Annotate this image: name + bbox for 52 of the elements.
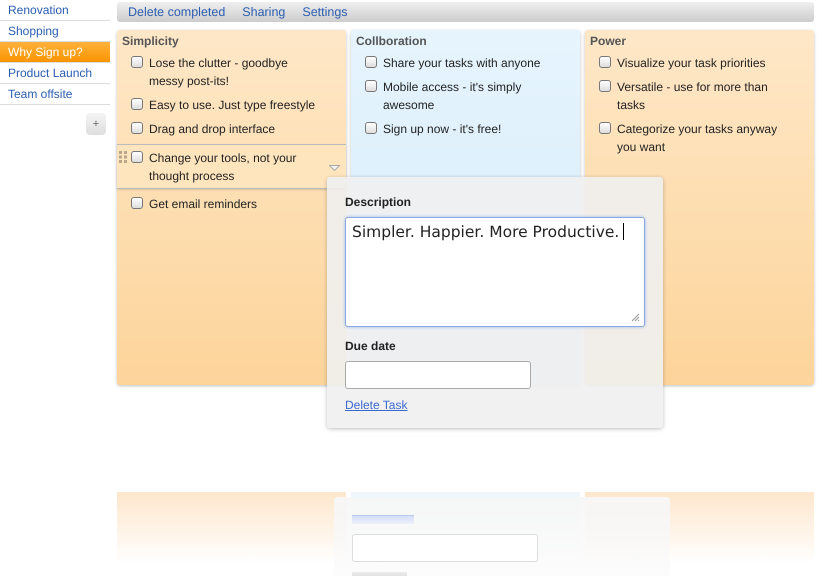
task-row[interactable]: Visualize your task priorities [585,54,814,78]
checkbox[interactable] [365,122,377,134]
task-text: Mobile access - it's simply awesome [383,79,522,114]
checkbox[interactable] [599,122,611,134]
task-row[interactable]: Easy to use. Just type freestyle [117,96,346,120]
task-row[interactable]: Versatile - use for more than tasks [585,78,814,120]
task-text: Lose the clutter - goodbye messy post-its! [149,55,289,90]
task-row[interactable]: Drag and drop interface [117,120,346,144]
checkbox[interactable] [365,80,377,92]
checkbox[interactable] [131,151,143,163]
task-text: Drag and drop interface [149,121,276,138]
drag-handle-icon[interactable] [119,151,127,163]
toolbar-link[interactable]: Delete completed [128,5,226,19]
task-row[interactable]: Change your tools, not your thought process [117,144,346,189]
checkbox[interactable] [131,98,143,110]
task-row[interactable]: Share your tasks with anyone [351,54,580,78]
task-text: Sign up now - it's free! [383,121,502,138]
checkbox[interactable] [131,56,143,68]
list-item[interactable]: Renovation [0,0,110,21]
add-button[interactable]: + [86,113,106,135]
toolbar-link[interactable]: Settings [302,5,348,19]
checkbox[interactable] [599,80,611,92]
task-text: Categorize your tasks anyway you want [617,121,778,156]
list-item[interactable]: Product Launch [0,63,110,84]
task-row[interactable]: Categorize your tasks anyway you want [585,120,814,162]
column-title: Power [589,34,628,50]
task-text: Easy to use. Just type freestyle [149,97,316,114]
description-text: Simpler. Happier. More Productive. [352,223,620,241]
field-label: Due date [345,339,397,353]
checkbox[interactable] [365,56,377,68]
task-row[interactable]: Lose the clutter - goodbye messy post-its! [117,54,346,96]
task-text: Share your tasks with anyone [383,55,542,72]
checkbox[interactable] [599,56,611,68]
task-text: Versatile - use for more than tasks [617,79,769,114]
resize-grip-icon[interactable] [630,312,640,322]
due-date-field[interactable] [345,361,531,389]
task-row[interactable]: Sign up now - it's free! [351,120,580,144]
reflected-link-blur [352,515,414,524]
checkbox[interactable] [131,197,143,209]
toolbar-link[interactable]: Sharing [242,5,286,19]
task-row[interactable]: Get email reminders [117,195,346,219]
delete-task-link[interactable]: Delete Task [345,398,408,412]
column-title: Collboration [355,34,428,50]
task-row[interactable]: Mobile access - it's simply awesome [351,78,580,120]
column-title: Simplicity [121,34,180,50]
task-text: Visualize your task priorities [617,55,767,72]
task-text: Get email reminders [149,196,258,213]
list-item[interactable]: Team offsite [0,84,110,105]
checkbox[interactable] [131,122,143,134]
field-label: Description [345,195,412,209]
task-text: Change your tools, not your thought process [149,150,298,185]
description-field[interactable]: Simpler. Happier. More Productive. [345,217,645,327]
